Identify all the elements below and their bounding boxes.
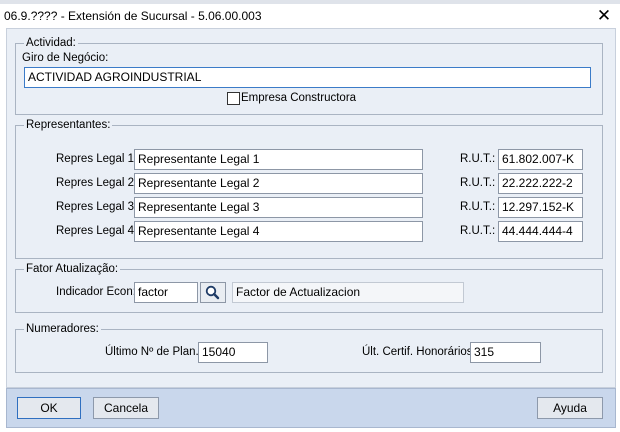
fator-atualizacao-legend: Fator Atualização: (24, 262, 121, 276)
actividad-group: Actividad: Giro de Negócio: ACTIVIDAD AG… (15, 36, 603, 115)
rut-3-input[interactable]: 12.297.152-K (498, 197, 583, 218)
rut-4-label: R.U.T.: (460, 225, 496, 237)
numeradores-group: Numeradores: Último Nº de Plan.: 15040 Ú… (15, 322, 603, 373)
giro-label: Giro de Negócio: (22, 52, 109, 64)
ultimo-plan-input[interactable]: 15040 (198, 342, 268, 363)
dialog-body: Actividad: Giro de Negócio: ACTIVIDAD AG… (6, 28, 616, 388)
representantes-legend: Representantes: (24, 118, 113, 132)
rut-1-label: R.U.T.: (460, 153, 496, 165)
repres-legal-4-input[interactable]: Representante Legal 4 (134, 221, 423, 242)
giro-input[interactable]: ACTIVIDAD AGROINDUSTRIAL (24, 67, 591, 88)
rut-2-label: R.U.T.: (460, 177, 496, 189)
ayuda-button[interactable]: Ayuda (537, 397, 603, 419)
repres-legal-1-input[interactable]: Representante Legal 1 (134, 149, 423, 170)
magnifier-icon[interactable] (200, 282, 226, 303)
indicador-econ-label: Indicador Econ: (56, 286, 136, 298)
repres-legal-4-label: Repres Legal 4: (56, 225, 138, 237)
repres-legal-2-label: Repres Legal 2: (56, 177, 138, 189)
rut-1-input[interactable]: 61.802.007-K (498, 149, 583, 170)
repres-legal-3-input[interactable]: Representante Legal 3 (134, 197, 423, 218)
cancela-button[interactable]: Cancela (93, 397, 159, 419)
rut-3-label: R.U.T.: (460, 201, 496, 213)
ult-certif-honorarios-input[interactable]: 315 (470, 342, 541, 363)
title-bar: 06.9.???? - Extensión de Sucursal - 5.06… (0, 4, 620, 28)
actividad-legend: Actividad: (24, 36, 78, 50)
empresa-constructora-label: Empresa Constructora (241, 92, 357, 104)
close-icon[interactable]: ✕ (592, 4, 616, 28)
repres-legal-1-label: Repres Legal 1: (56, 153, 138, 165)
rut-2-input[interactable]: 22.222.222-2 (498, 173, 583, 194)
empresa-constructora-checkbox[interactable] (227, 92, 240, 105)
repres-legal-2-input[interactable]: Representante Legal 2 (134, 173, 423, 194)
repres-legal-3-label: Repres Legal 3: (56, 201, 138, 213)
fator-atualizacao-group: Fator Atualização: Indicador Econ: facto… (15, 262, 603, 313)
representantes-group: Representantes: Repres Legal 1: Represen… (15, 118, 603, 259)
ultimo-plan-label: Último Nº de Plan.: (105, 346, 202, 358)
rut-4-input[interactable]: 44.444.444-4 (498, 221, 583, 242)
fator-descripcion-field: Factor de Actualizacion (232, 282, 464, 303)
button-bar: OK Cancela Ayuda (6, 388, 616, 428)
ok-button[interactable]: OK (17, 397, 81, 419)
ult-certif-honorarios-label: Últ. Certif. Honorários (362, 346, 473, 358)
window-title: 06.9.???? - Extensión de Sucursal - 5.06… (4, 9, 262, 23)
numeradores-legend: Numeradores: (24, 322, 101, 336)
indicador-econ-input[interactable]: factor (134, 282, 198, 303)
